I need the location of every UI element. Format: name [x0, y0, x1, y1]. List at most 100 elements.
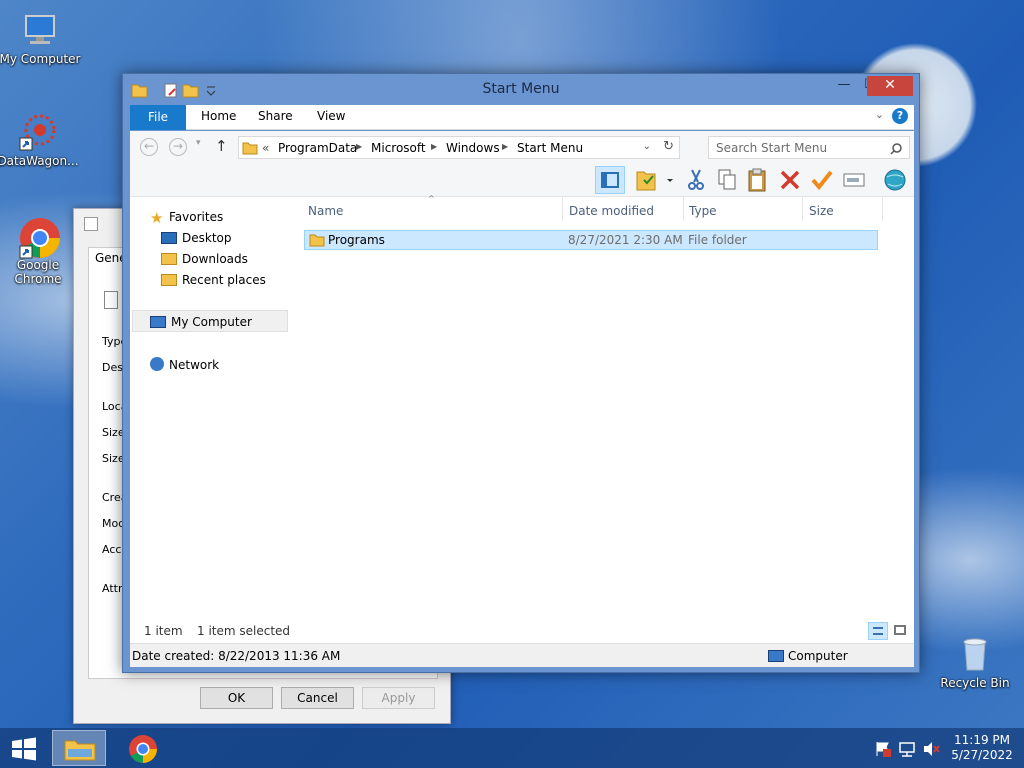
chevron-down-icon[interactable]: ⌄ — [875, 108, 884, 121]
checkmark-icon[interactable] — [810, 168, 834, 192]
details-bar: Date created: 8/22/2013 11:36 AM Compute… — [130, 643, 914, 667]
address-bar[interactable]: « ProgramData ▶ Microsoft ▶ Windows ▶ St… — [238, 136, 680, 159]
chrome-icon — [18, 216, 60, 259]
column-headers: ^ Name Date modified Type Size — [304, 194, 883, 221]
taskbar-file-explorer[interactable] — [52, 730, 106, 766]
breadcrumb-item[interactable]: ProgramData — [278, 141, 357, 155]
column-name[interactable]: Name — [308, 204, 343, 218]
cancel-button[interactable]: Cancel — [281, 687, 354, 709]
column-divider — [683, 197, 684, 221]
recent-dropdown-icon[interactable]: ▾ — [196, 138, 201, 148]
taskbar-google-chrome[interactable] — [116, 730, 170, 766]
downloads-folder-icon — [161, 253, 177, 265]
desktop-icon-my-computer[interactable]: My Computer — [0, 10, 82, 66]
breadcrumb-item[interactable]: Microsoft — [371, 141, 426, 155]
breadcrumb-chevron-icon[interactable]: ▶ — [502, 142, 508, 151]
volume-muted-icon[interactable] — [922, 741, 940, 757]
nav-network[interactable]: Network — [150, 357, 219, 372]
computer-icon — [150, 316, 166, 328]
help-icon[interactable]: ? — [892, 108, 908, 124]
desktop-icon-google-chrome[interactable]: Google Chrome — [0, 216, 80, 286]
selected-count: 1 item selected — [197, 624, 291, 638]
command-toolbar — [130, 163, 914, 197]
recycle-bin-icon — [955, 634, 995, 674]
forward-arrow-icon[interactable]: → — [169, 138, 187, 156]
file-type: File folder — [688, 233, 747, 247]
desktop-icon-recycle-bin[interactable]: Recycle Bin — [933, 634, 1017, 690]
window-title: Start Menu — [482, 81, 560, 97]
start-button[interactable] — [11, 737, 37, 761]
nav-label: Downloads — [182, 252, 248, 266]
rename-icon[interactable] — [842, 170, 866, 190]
tab-file[interactable]: File — [130, 105, 186, 130]
column-divider — [802, 197, 803, 221]
nav-recent-places[interactable]: Recent places — [161, 273, 266, 287]
search-input[interactable]: Search Start Menu — [708, 136, 910, 159]
refresh-icon[interactable]: ↻ — [663, 139, 674, 154]
star-icon: ★ — [150, 209, 164, 227]
file-name: Programs — [328, 233, 385, 247]
nav-label: My Computer — [171, 315, 252, 329]
tab-home[interactable]: Home — [201, 109, 236, 123]
nav-downloads[interactable]: Downloads — [161, 252, 248, 266]
delete-icon[interactable] — [778, 168, 802, 192]
content-area: ★ Favorites Desktop Downloads Recent plac… — [130, 194, 914, 619]
desktop-icon-datawagon[interactable]: DataWagon... — [0, 112, 80, 168]
network-icon — [150, 357, 164, 371]
back-arrow-icon[interactable]: ← — [140, 138, 158, 156]
network-status-icon[interactable] — [898, 741, 916, 757]
nav-my-computer[interactable]: My Computer — [132, 310, 288, 332]
breadcrumb-chevron-icon[interactable]: ▶ — [356, 142, 362, 151]
ribbon-tabs: File Home Share View ⌄ ? — [130, 105, 914, 130]
close-button[interactable]: ✕ — [867, 76, 913, 96]
monitor-icon — [20, 10, 60, 50]
folder-options-icon[interactable] — [635, 168, 675, 192]
preview-pane-icon[interactable] — [595, 166, 625, 194]
tab-share[interactable]: Share — [258, 109, 293, 123]
explorer-window: Start Menu — ☐ ✕ File Home Share View ⌄ … — [122, 73, 920, 673]
ok-button[interactable]: OK — [200, 687, 273, 709]
paste-icon[interactable] — [746, 167, 770, 193]
file-date: 8/27/2021 2:30 AM — [568, 233, 683, 247]
desktop-icon-label: DataWagon... — [0, 154, 79, 168]
up-arrow-icon[interactable]: ↑ — [215, 137, 228, 155]
nav-favorites[interactable]: ★ Favorites — [150, 210, 223, 226]
breadcrumb-item[interactable]: Start Menu — [517, 141, 583, 155]
minimize-button[interactable]: — — [831, 76, 857, 96]
desktop-icon-label: Recycle Bin — [940, 676, 1010, 690]
breadcrumb-chevron-icon[interactable]: ▶ — [431, 142, 437, 151]
datawagon-icon — [18, 112, 58, 152]
clock-time: 11:19 PM — [954, 733, 1010, 747]
desktop-icon-label: My Computer — [0, 52, 81, 66]
apply-button[interactable]: Apply — [362, 687, 435, 709]
sort-indicator-icon: ^ — [428, 194, 435, 203]
clock[interactable]: 11:19 PM 5/27/2022 — [950, 733, 1014, 763]
column-type[interactable]: Type — [689, 204, 717, 218]
shortcut-icon — [104, 291, 118, 309]
tab-view[interactable]: View — [317, 109, 345, 123]
column-size[interactable]: Size — [809, 204, 834, 218]
nav-label: Recent places — [182, 273, 266, 287]
document-icon — [84, 217, 98, 231]
file-row-programs[interactable]: Programs 8/27/2021 2:30 AM File folder — [304, 230, 878, 250]
search-icon[interactable] — [890, 143, 902, 155]
title-bar[interactable]: Start Menu — ☐ ✕ — [123, 74, 919, 105]
address-dropdown-icon[interactable]: ⌄ — [643, 141, 651, 152]
folder-icon — [242, 142, 258, 155]
action-center-flag-icon[interactable] — [874, 741, 892, 757]
large-icons-view-icon[interactable] — [891, 622, 909, 640]
details-view-icon[interactable] — [868, 622, 888, 640]
column-date-modified[interactable]: Date modified — [569, 204, 654, 218]
date-created: Date created: 8/22/2013 11:36 AM — [132, 649, 341, 663]
globe-icon[interactable] — [882, 167, 908, 193]
computer-icon — [768, 650, 784, 662]
breadcrumb-overflow[interactable]: « — [262, 141, 269, 155]
cut-icon[interactable] — [685, 168, 707, 192]
nav-label: Favorites — [169, 210, 224, 224]
nav-desktop[interactable]: Desktop — [161, 231, 232, 245]
column-divider — [882, 197, 883, 221]
taskbar: 11:19 PM 5/27/2022 — [0, 728, 1024, 768]
folder-icon — [309, 234, 325, 247]
breadcrumb-item[interactable]: Windows — [446, 141, 500, 155]
copy-icon[interactable] — [716, 168, 738, 192]
